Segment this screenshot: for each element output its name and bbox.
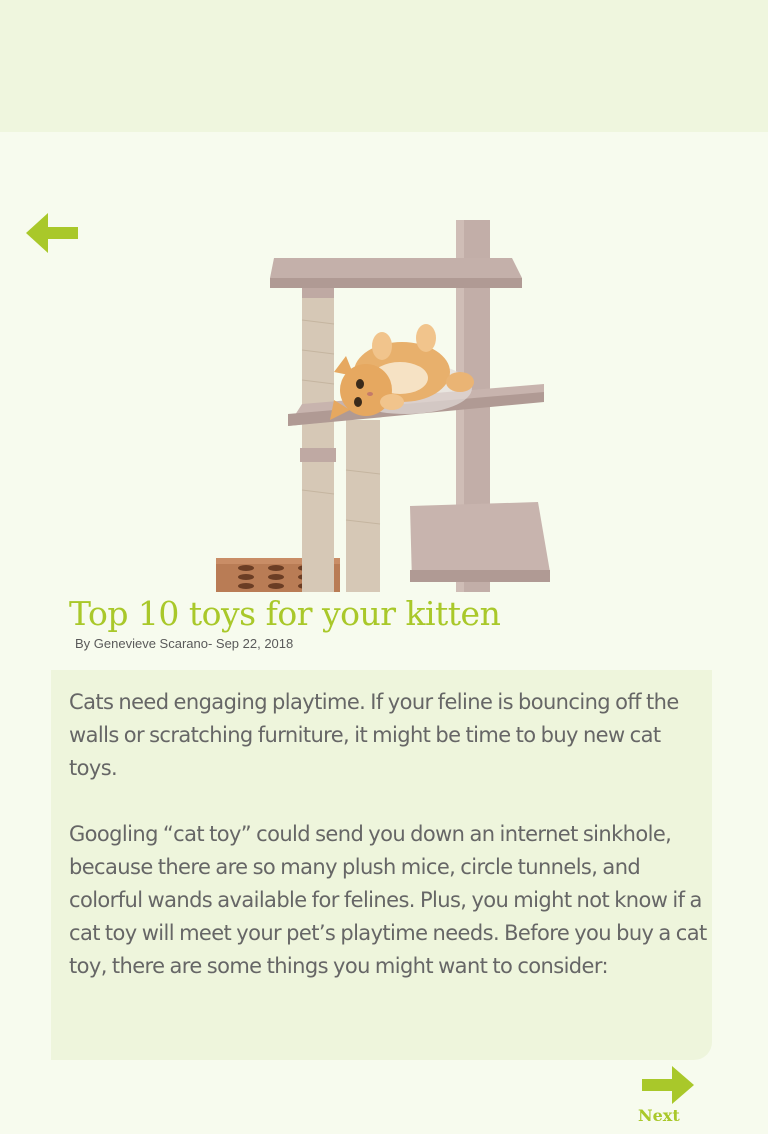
back-button[interactable]	[24, 212, 80, 254]
next-button[interactable]: Next	[636, 1064, 700, 1128]
article-paragraph: Googling “cat toy” could send you down a…	[69, 822, 707, 978]
article-paragraph: Cats need engaging playtime. If your fel…	[69, 690, 679, 780]
hero-image	[216, 220, 552, 592]
kitten	[330, 324, 474, 420]
arrow-left-icon	[26, 213, 78, 253]
next-label: Next	[638, 1106, 680, 1125]
article-byline: By Genevieve Scarano- Sep 22, 2018	[75, 636, 294, 651]
header-bar	[0, 0, 768, 132]
article-title: Top 10 toys for your kitten	[69, 594, 501, 633]
cat-tree-kitten-illustration	[216, 220, 550, 592]
arrow-right-icon	[642, 1066, 694, 1104]
